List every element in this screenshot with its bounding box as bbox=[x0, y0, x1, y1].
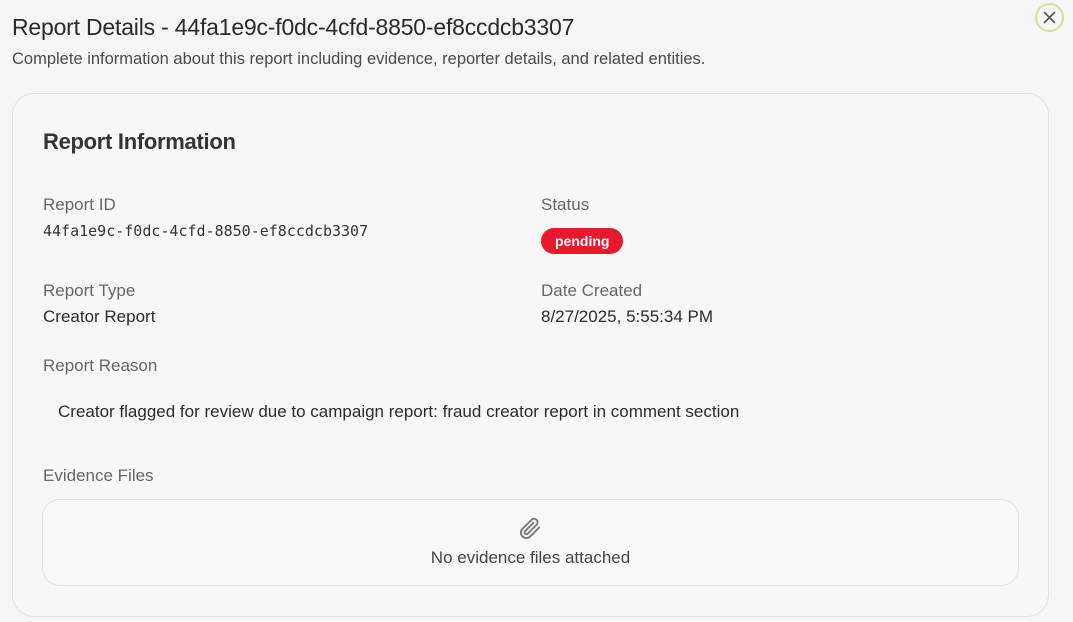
evidence-files-label: Evidence Files bbox=[43, 466, 154, 485]
report-type-label: Report Type bbox=[43, 281, 136, 300]
report-id-value: 44fa1e9c-f0dc-4cfd-8850-ef8ccdcb3307 bbox=[43, 222, 369, 240]
report-reason-label: Report Reason bbox=[43, 356, 158, 375]
close-button[interactable] bbox=[1035, 3, 1064, 32]
close-icon bbox=[1043, 11, 1056, 24]
report-information-card: Report Information Report ID 44fa1e9c-f0… bbox=[12, 93, 1049, 617]
report-id-label: Report ID bbox=[43, 195, 116, 214]
report-type-value: Creator Report bbox=[43, 307, 156, 326]
date-created-label: Date Created bbox=[541, 281, 643, 300]
dialog-subtitle: Complete information about this report i… bbox=[12, 50, 706, 68]
section-title: Report Information bbox=[43, 129, 236, 154]
report-details-dialog: Report Details - 44fa1e9c-f0dc-4cfd-8850… bbox=[0, 0, 1073, 622]
status-label: Status bbox=[541, 195, 590, 214]
no-evidence-message: No evidence files attached bbox=[430, 548, 631, 567]
dialog-title: Report Details - 44fa1e9c-f0dc-4cfd-8850… bbox=[12, 14, 575, 40]
evidence-files-box: No evidence files attached bbox=[42, 499, 1019, 586]
status-badge: pending bbox=[541, 228, 624, 254]
report-reason-value: Creator flagged for review due to campai… bbox=[58, 402, 740, 421]
date-created-value: 8/27/2025, 5:55:34 PM bbox=[541, 307, 714, 326]
paperclip-icon bbox=[517, 515, 543, 541]
